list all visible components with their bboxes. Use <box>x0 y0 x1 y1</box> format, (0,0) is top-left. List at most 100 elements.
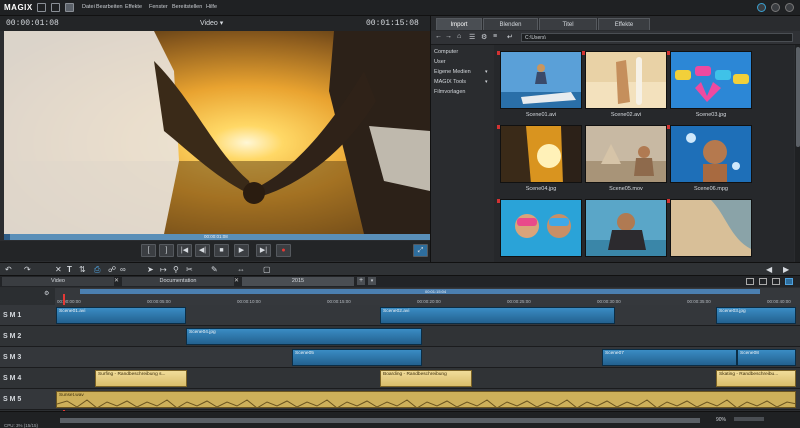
zoom-slider[interactable] <box>734 417 764 421</box>
menu-publish[interactable]: Bereitstellen <box>172 4 202 10</box>
menu-window[interactable]: Fenster <box>149 4 168 10</box>
split-icon[interactable]: ⇅ <box>79 265 86 274</box>
layout-icon[interactable] <box>746 278 754 285</box>
scrollbar-thumb[interactable] <box>796 47 800 147</box>
multitrack-view-icon[interactable] <box>785 278 793 285</box>
options-icon[interactable]: ⚙ <box>481 33 487 41</box>
media-thumb-scene03[interactable] <box>670 51 752 109</box>
zoom-level[interactable]: 90% <box>716 417 726 423</box>
tab-import[interactable]: Import <box>436 18 482 30</box>
delete-icon[interactable]: ✕ <box>55 265 62 274</box>
volume-icon[interactable]: ◀ <box>766 265 772 274</box>
group-icon[interactable]: ☍ <box>108 265 116 274</box>
forward-icon[interactable]: → <box>445 33 452 40</box>
media-thumb-scene06[interactable] <box>670 125 752 183</box>
monitor-select[interactable]: Video ▾ <box>200 19 223 27</box>
preview-mode-icon[interactable]: ▢ <box>263 265 271 274</box>
play-timeline-icon[interactable]: ▶ <box>783 265 789 274</box>
add-tab-icon[interactable]: + <box>357 277 365 285</box>
mark-in-button[interactable]: [ <box>141 244 156 257</box>
track-label[interactable]: S M 2 <box>3 333 21 340</box>
media-thumb-scene02[interactable] <box>585 51 667 109</box>
settings-icon[interactable] <box>757 3 766 12</box>
pool-scrollbar[interactable] <box>795 45 800 262</box>
tab-documentation[interactable]: Documentation <box>122 277 234 286</box>
timeline-view-icon[interactable] <box>772 278 780 285</box>
menu-file[interactable]: Datei <box>82 4 95 10</box>
timeline-scrollbar[interactable] <box>60 418 700 423</box>
pointer-icon[interactable]: ➤ <box>147 265 154 274</box>
record-button[interactable]: ● <box>276 244 291 257</box>
home-icon[interactable]: ⌂ <box>457 33 461 40</box>
zoom-icon[interactable]: ⚲ <box>173 265 179 274</box>
prev-marker-button[interactable]: |◀ <box>177 244 192 257</box>
work-area-bar[interactable]: 00:01:15:04 <box>80 289 760 294</box>
menu-icon[interactable]: ≡ <box>493 33 497 40</box>
menu-edit[interactable]: Bearbeiten <box>96 4 123 10</box>
chevron-down-icon[interactable]: ▾ <box>485 79 488 85</box>
clip[interactable]: Scene01.avi <box>56 307 186 324</box>
ruler-settings-icon[interactable]: ⚙ <box>44 290 49 297</box>
next-marker-button[interactable]: ▶| <box>256 244 271 257</box>
media-thumb-scene09[interactable] <box>670 199 752 257</box>
new-file-icon[interactable] <box>37 3 46 12</box>
clip[interactable]: Scene03.jpg <box>716 307 796 324</box>
clip[interactable]: Boarding - Randbeschreibung <box>380 370 472 387</box>
chevron-down-icon[interactable]: ▾ <box>485 69 488 75</box>
menu-help[interactable]: Hilfe <box>206 4 217 10</box>
close-icon[interactable] <box>785 3 794 12</box>
scrollbar-thumb[interactable] <box>60 418 700 423</box>
clip[interactable]: Scene02.avi <box>380 307 615 324</box>
tree-item-my-media[interactable]: Eigene Medien <box>434 69 471 75</box>
scrubber-handle[interactable] <box>4 234 10 240</box>
tab-titles[interactable]: Titel <box>539 18 597 30</box>
link-icon[interactable]: ⎙ <box>94 265 100 275</box>
text-icon[interactable]: T <box>67 265 72 274</box>
play-button[interactable]: ▶ <box>234 244 249 257</box>
media-thumb-scene04[interactable] <box>500 125 582 183</box>
menu-effects[interactable]: Effekte <box>125 4 142 10</box>
media-thumb-scene08[interactable] <box>585 199 667 257</box>
tree-item-movie-templates[interactable]: Filmvorlagen <box>434 89 465 95</box>
stop-button[interactable]: ■ <box>214 244 229 257</box>
clip[interactable]: Scene08 <box>737 349 796 366</box>
media-thumb-scene05[interactable] <box>585 125 667 183</box>
help-icon[interactable] <box>771 3 780 12</box>
tree-item-computer[interactable]: Computer <box>434 49 458 55</box>
list-view-icon[interactable]: ☰ <box>469 33 475 41</box>
save-icon[interactable] <box>65 3 74 12</box>
preview-scrubber[interactable]: 00:00:01:08 <box>4 234 430 240</box>
clip[interactable]: Scene04.jpg <box>186 328 422 345</box>
step-back-button[interactable]: ◀| <box>195 244 210 257</box>
range-icon[interactable]: ↦ <box>160 265 167 274</box>
ungroup-icon[interactable]: ∞ <box>120 265 126 274</box>
track-label[interactable]: S M 4 <box>3 375 21 382</box>
clip[interactable]: Scene05 <box>292 349 422 366</box>
redo-icon[interactable]: ↷ <box>24 265 31 274</box>
back-icon[interactable]: ← <box>435 33 442 40</box>
clip[interactable]: Skating - Randbeschreibu... <box>716 370 796 387</box>
tab-video[interactable]: Video <box>2 277 114 286</box>
storyboard-icon[interactable] <box>759 278 767 285</box>
fullscreen-button[interactable]: ⤢ <box>413 244 428 257</box>
clip[interactable]: Surfing - Randbeschreibung s... <box>95 370 187 387</box>
media-thumb-scene07[interactable] <box>500 199 582 257</box>
tab-effects[interactable]: Effekte <box>598 18 650 30</box>
open-folder-icon[interactable] <box>51 3 60 12</box>
close-icon[interactable]: ✕ <box>234 277 239 284</box>
cut-icon[interactable]: ✂ <box>186 265 193 274</box>
clip[interactable]: Sunset.wav <box>56 391 796 408</box>
tab-transitions[interactable]: Blenden <box>483 18 538 30</box>
tab-2015[interactable]: 2015 <box>242 277 354 286</box>
marker-icon[interactable]: ✎ <box>211 265 218 274</box>
clip[interactable]: Scene07 <box>602 349 737 366</box>
tree-item-magix-tools[interactable]: MAGIX Tools <box>434 79 466 85</box>
up-folder-icon[interactable]: ↵ <box>507 33 513 41</box>
mark-out-button[interactable]: ] <box>159 244 174 257</box>
tree-item-user[interactable]: User <box>434 59 446 65</box>
close-icon[interactable]: ✕ <box>114 277 119 284</box>
snap-icon[interactable]: ⇔ <box>237 265 245 274</box>
tab-menu-icon[interactable]: ▾ <box>368 277 376 285</box>
track-label[interactable]: S M 5 <box>3 396 21 403</box>
undo-icon[interactable]: ↶ <box>5 265 12 274</box>
